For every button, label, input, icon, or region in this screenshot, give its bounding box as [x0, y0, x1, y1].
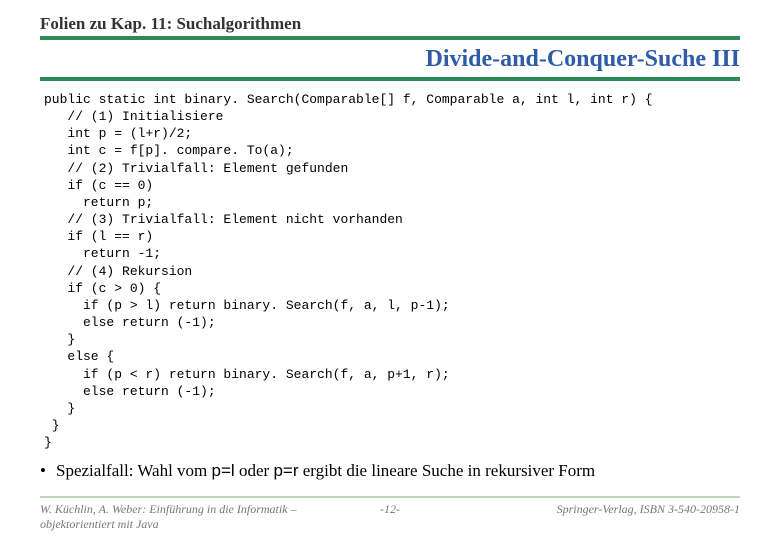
footer-authors: W. Küchlin, A. Weber: Einführung in die …	[40, 502, 360, 532]
bullet-prefix: Spezialfall: Wahl vom	[56, 461, 212, 480]
bullet-code2: p=r	[273, 461, 298, 480]
footer-divider	[40, 496, 740, 498]
bullet-code1: p=l	[212, 461, 235, 480]
bullet-text: Spezialfall: Wahl vom p=l oder p=r ergib…	[56, 461, 595, 481]
bullet-item: • Spezialfall: Wahl vom p=l oder p=r erg…	[40, 461, 740, 481]
chapter-title: Folien zu Kap. 11: Suchalgorithmen	[40, 14, 740, 34]
bullet-mid: oder	[235, 461, 274, 480]
bullet-suffix: ergibt die lineare Suche in rekursiver F…	[298, 461, 595, 480]
footer: W. Küchlin, A. Weber: Einführung in die …	[0, 496, 780, 532]
code-block: public static int binary. Search(Compara…	[44, 91, 740, 451]
footer-publisher: Springer-Verlag, ISBN 3-540-20958-1	[420, 502, 740, 532]
bullet-marker: •	[40, 461, 56, 481]
slide-title: Divide-and-Conquer-Suche III	[40, 46, 740, 73]
header-divider	[40, 36, 740, 40]
footer-page-number: -12-	[360, 502, 420, 532]
title-divider	[40, 77, 740, 81]
